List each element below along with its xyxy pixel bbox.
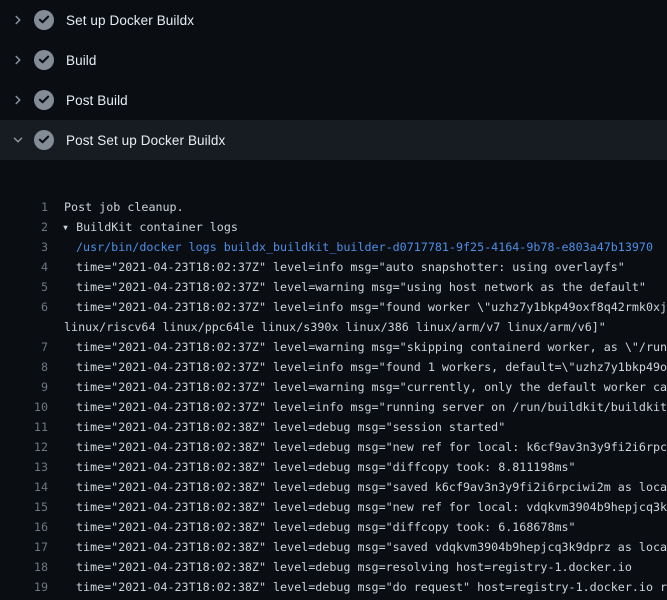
log-view: 1 Post job cleanup. 2 ▾ BuildKit contain…: [0, 160, 667, 600]
log-line-text: time="2021-04-23T18:02:37Z" level=info m…: [76, 357, 667, 377]
log-line-text: time="2021-04-23T18:02:37Z" level=info m…: [76, 257, 625, 277]
check-circle-icon: [34, 90, 54, 110]
log-line: 7 time="2021-04-23T18:02:37Z" level=warn…: [0, 337, 667, 357]
line-number[interactable]: [0, 317, 48, 337]
line-number[interactable]: 9: [0, 377, 48, 397]
log-line: 19 time="2021-04-23T18:02:38Z" level=deb…: [0, 577, 667, 597]
chevron-down-icon: [10, 132, 26, 148]
log-line: 5 time="2021-04-23T18:02:37Z" level=warn…: [0, 277, 667, 297]
log-line: linux/riscv64 linux/ppc64le linux/s390x …: [0, 317, 667, 337]
log-line: 2 ▾ BuildKit container logs: [0, 217, 667, 237]
step-header-set-up-docker-buildx[interactable]: Set up Docker Buildx: [0, 0, 667, 40]
log-line: 6 time="2021-04-23T18:02:37Z" level=info…: [0, 297, 667, 317]
log-line: 16 time="2021-04-23T18:02:38Z" level=deb…: [0, 517, 667, 537]
log-line: 3 /usr/bin/docker logs buildx_buildkit_b…: [0, 237, 667, 257]
line-number[interactable]: 3: [0, 237, 48, 257]
log-line-text: time="2021-04-23T18:02:38Z" level=debug …: [76, 557, 632, 577]
step-header-post-set-up-docker-buildx[interactable]: Post Set up Docker Buildx: [0, 120, 667, 160]
check-circle-icon: [34, 50, 54, 70]
line-number[interactable]: 16: [0, 517, 48, 537]
chevron-right-icon: [10, 92, 26, 108]
log-line: 11 time="2021-04-23T18:02:38Z" level=deb…: [0, 417, 667, 437]
line-number[interactable]: 5: [0, 277, 48, 297]
line-number[interactable]: 17: [0, 537, 48, 557]
check-circle-icon: [34, 130, 54, 150]
line-number[interactable]: 14: [0, 477, 48, 497]
log-line: 18 time="2021-04-23T18:02:38Z" level=deb…: [0, 557, 667, 577]
log-line: 1 Post job cleanup.: [0, 197, 667, 217]
log-line: 12 time="2021-04-23T18:02:38Z" level=deb…: [0, 437, 667, 457]
log-line-text: time="2021-04-23T18:02:38Z" level=debug …: [76, 537, 667, 557]
check-circle-icon: [34, 10, 54, 30]
step-title: Post Set up Docker Buildx: [66, 133, 225, 148]
line-number[interactable]: 10: [0, 397, 48, 417]
line-number[interactable]: 1: [0, 197, 48, 217]
step-title: Build: [66, 53, 97, 68]
step-header-build[interactable]: Build: [0, 40, 667, 80]
log-line: 8 time="2021-04-23T18:02:37Z" level=info…: [0, 357, 667, 377]
log-line: 9 time="2021-04-23T18:02:37Z" level=warn…: [0, 377, 667, 397]
step-title: Post Build: [66, 93, 128, 108]
log-line: 4 time="2021-04-23T18:02:37Z" level=info…: [0, 257, 667, 277]
chevron-right-icon: [10, 12, 26, 28]
chevron-right-icon: [10, 52, 26, 68]
line-number[interactable]: 19: [0, 577, 48, 597]
log-line-text: time="2021-04-23T18:02:38Z" level=debug …: [76, 517, 576, 537]
line-number[interactable]: 4: [0, 257, 48, 277]
log-line-text: time="2021-04-23T18:02:38Z" level=debug …: [76, 437, 667, 457]
line-number[interactable]: 2: [0, 217, 48, 237]
line-number[interactable]: 7: [0, 337, 48, 357]
log-line-text: time="2021-04-23T18:02:37Z" level=warnin…: [76, 277, 646, 297]
log-line: 14 time="2021-04-23T18:02:38Z" level=deb…: [0, 477, 667, 497]
log-line-text: time="2021-04-23T18:02:38Z" level=debug …: [76, 417, 505, 437]
log-line-text: time="2021-04-23T18:02:37Z" level=warnin…: [76, 337, 667, 357]
log-line-text[interactable]: ▾ BuildKit container logs: [62, 217, 238, 237]
line-number[interactable]: 12: [0, 437, 48, 457]
steps-list: Set up Docker Buildx Build Post Build Po…: [0, 0, 667, 160]
log-line: 17 time="2021-04-23T18:02:38Z" level=deb…: [0, 537, 667, 557]
log-line-text: time="2021-04-23T18:02:37Z" level=info m…: [76, 297, 667, 317]
log-line-text: Post job cleanup.: [64, 197, 184, 217]
log-line-text: time="2021-04-23T18:02:38Z" level=debug …: [76, 477, 667, 497]
log-line: 10 time="2021-04-23T18:02:37Z" level=inf…: [0, 397, 667, 417]
log-line-text: linux/riscv64 linux/ppc64le linux/s390x …: [64, 317, 606, 337]
log-rows: 1 Post job cleanup. 2 ▾ BuildKit contain…: [0, 197, 667, 600]
line-number[interactable]: 13: [0, 457, 48, 477]
log-line-text: time="2021-04-23T18:02:37Z" level=info m…: [76, 397, 667, 417]
log-line: 15 time="2021-04-23T18:02:38Z" level=deb…: [0, 497, 667, 517]
step-header-post-build[interactable]: Post Build: [0, 80, 667, 120]
line-number[interactable]: 8: [0, 357, 48, 377]
log-line: 13 time="2021-04-23T18:02:38Z" level=deb…: [0, 457, 667, 477]
log-line-text: time="2021-04-23T18:02:38Z" level=debug …: [76, 497, 667, 517]
line-number[interactable]: 6: [0, 297, 48, 317]
step-title: Set up Docker Buildx: [66, 13, 194, 28]
line-number[interactable]: 18: [0, 557, 48, 577]
line-number[interactable]: 11: [0, 417, 48, 437]
log-line-text: time="2021-04-23T18:02:38Z" level=debug …: [76, 577, 667, 597]
log-line-text: time="2021-04-23T18:02:37Z" level=warnin…: [76, 377, 667, 397]
log-line-text: time="2021-04-23T18:02:38Z" level=debug …: [76, 457, 576, 477]
log-line-text: /usr/bin/docker logs buildx_buildkit_bui…: [76, 237, 653, 257]
line-number[interactable]: 15: [0, 497, 48, 517]
